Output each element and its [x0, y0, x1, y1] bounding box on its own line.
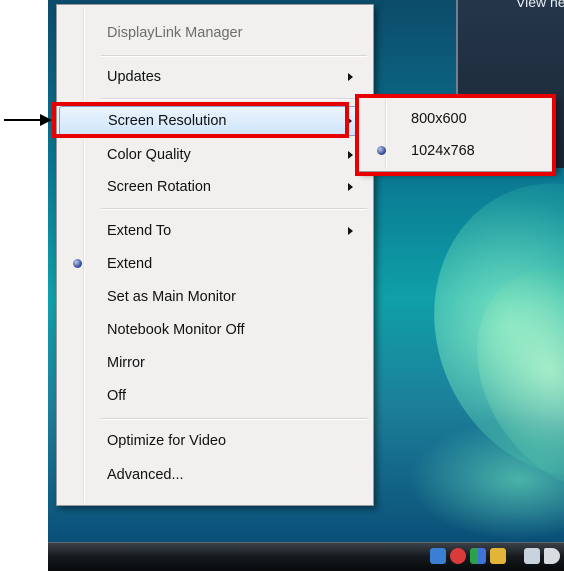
menu-item-label: Extend — [107, 256, 153, 272]
highlight-box-screen-resolution — [52, 102, 349, 138]
menu-separator — [101, 418, 367, 420]
submenu-arrow-icon — [348, 73, 353, 81]
highlight-box-resolution-submenu — [355, 94, 556, 176]
menu-item-label: Screen Rotation — [107, 179, 211, 195]
pointer-arrow-head — [40, 114, 52, 126]
display-icon[interactable] — [470, 548, 486, 564]
menu-separator — [101, 55, 367, 57]
submenu-arrow-icon — [348, 151, 353, 159]
menu-item-label: Mirror — [107, 355, 145, 371]
network-icon[interactable] — [430, 548, 446, 564]
menu-item-label: Color Quality — [107, 147, 191, 163]
taskbar — [48, 542, 564, 571]
menu-item-notebook-monitor-off[interactable]: Notebook Monitor Off — [59, 316, 371, 344]
pointer-arrow-line — [4, 119, 42, 121]
menu-item-extend[interactable]: Extend — [59, 250, 371, 278]
submenu-arrow-icon — [348, 183, 353, 191]
menu-item-label: Updates — [107, 69, 162, 85]
menu-item-mirror[interactable]: Mirror — [59, 349, 371, 377]
menu-item-advanced[interactable]: Advanced... — [59, 461, 371, 489]
menu-item-updates[interactable]: Updates — [59, 63, 371, 91]
wallpaper-swirl — [408, 420, 564, 540]
menu-header: DisplayLink Manager — [59, 19, 371, 47]
volume-icon[interactable] — [544, 548, 560, 564]
menu-item-label: Notebook Monitor Off — [107, 322, 245, 338]
usb-icon[interactable] — [490, 548, 506, 564]
pointer-arrow — [4, 114, 52, 126]
menu-item-screen-rotation[interactable]: Screen Rotation — [59, 173, 371, 201]
menu-separator — [101, 208, 367, 210]
menu-item-color-quality[interactable]: Color Quality — [59, 141, 371, 169]
security-alert-icon[interactable] — [450, 548, 466, 564]
background-window-title: View hea — [516, 0, 564, 10]
menu-item-label: Optimize for Video — [107, 433, 227, 449]
menu-item-extend-to[interactable]: Extend To — [59, 217, 371, 245]
menu-separator — [101, 98, 367, 100]
menu-item-set-as-main-monitor[interactable]: Set as Main Monitor — [59, 283, 371, 311]
menu-item-label: Set as Main Monitor — [107, 289, 236, 305]
displaylink-context-menu: DisplayLink Manager Updates Screen Resol… — [56, 4, 374, 506]
system-tray — [430, 548, 560, 564]
menu-item-off[interactable]: Off — [59, 382, 371, 410]
radio-selected-icon — [73, 259, 82, 268]
menu-header-label: DisplayLink Manager — [107, 25, 243, 41]
monitor-icon[interactable] — [524, 548, 540, 564]
submenu-arrow-icon — [348, 227, 353, 235]
menu-item-label: Extend To — [107, 223, 172, 239]
menu-item-label: Off — [107, 388, 127, 404]
menu-item-optimize-for-video[interactable]: Optimize for Video — [59, 427, 371, 455]
menu-item-label: Advanced... — [107, 467, 184, 483]
